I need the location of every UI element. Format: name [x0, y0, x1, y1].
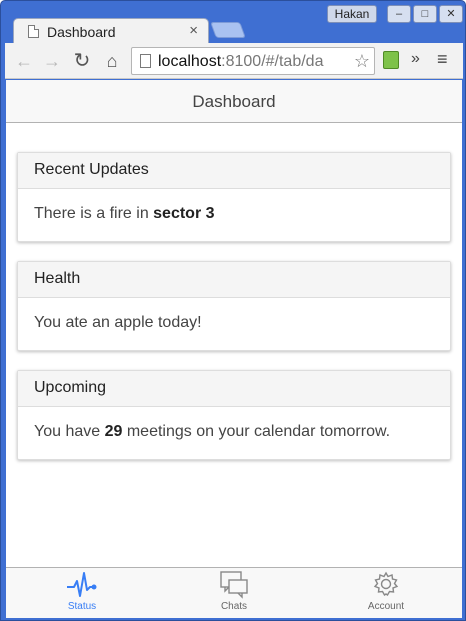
tab-chats[interactable]: Chats: [158, 568, 310, 618]
card-body: You ate an apple today!: [18, 298, 450, 350]
url-path: :8100/#/tab/da: [221, 53, 324, 70]
url-host: localhost: [158, 53, 222, 70]
close-window-button[interactable]: ✕: [439, 5, 463, 23]
card-text-bold: 29: [104, 423, 123, 440]
gear-icon: [373, 571, 399, 596]
page-icon: [140, 54, 151, 68]
url-text[interactable]: localhost:8100/#/tab/da: [158, 53, 348, 71]
page-viewport: Dashboard Recent Updates There is a fire…: [6, 80, 462, 618]
new-tab-button[interactable]: [210, 22, 246, 38]
card-text: You have: [34, 423, 105, 440]
tab-account[interactable]: Account: [310, 568, 462, 618]
tab-title: Dashboard: [47, 24, 116, 40]
pulse-icon: [67, 572, 97, 597]
tab-label: Account: [367, 601, 405, 612]
tab-status[interactable]: Status: [6, 568, 158, 618]
browser-tab[interactable]: Dashboard ×: [13, 18, 209, 44]
tab-label: Status: [67, 601, 97, 612]
title-bar: Dashboard × Hakan – □ ✕: [1, 1, 465, 44]
bottom-tab-bar: Status Chats Account: [6, 567, 462, 618]
browser-menu-icon[interactable]: ≡: [437, 49, 448, 70]
bookmark-star-icon[interactable]: ☆: [354, 51, 370, 72]
card-recent-updates: Recent Updates There is a fire in sector…: [17, 152, 451, 242]
forward-arrow-icon[interactable]: →: [41, 50, 63, 72]
card-text: There is a fire in: [34, 205, 154, 222]
reload-icon[interactable]: ↻: [71, 50, 93, 72]
card-text: You ate an apple today!: [34, 314, 202, 331]
card-health: Health You ate an apple today!: [17, 261, 451, 351]
card-text-bold: sector 3: [153, 205, 215, 222]
chat-bubbles-icon: [220, 571, 248, 599]
extensions-overflow-button[interactable]: »: [411, 50, 420, 68]
page-title: Dashboard: [192, 92, 276, 111]
card-title: Recent Updates: [18, 153, 450, 189]
minimize-button[interactable]: –: [387, 5, 411, 23]
card-body: You have 29 meetings on your calendar to…: [18, 407, 450, 459]
extension-icon[interactable]: [383, 51, 399, 69]
card-upcoming: Upcoming You have 29 meetings on your ca…: [17, 370, 451, 460]
tab-label: Chats: [220, 601, 248, 612]
close-tab-icon[interactable]: ×: [189, 22, 198, 39]
card-text-suffix: meetings on your calendar tomorrow.: [122, 423, 391, 440]
app-header-bar: Dashboard: [6, 80, 462, 123]
card-title: Upcoming: [18, 371, 450, 407]
card-title: Health: [18, 262, 450, 298]
card-body: There is a fire in sector 3: [18, 189, 450, 241]
browser-toolbar: ← → ↻ ⌂ localhost:8100/#/tab/da ☆ » ≡: [5, 43, 463, 79]
page-icon: [28, 25, 39, 38]
user-profile-badge[interactable]: Hakan: [327, 5, 377, 23]
home-icon[interactable]: ⌂: [101, 50, 123, 72]
browser-window: Dashboard × Hakan – □ ✕ ← → ↻ ⌂ localhos…: [0, 0, 466, 621]
maximize-button[interactable]: □: [413, 5, 437, 23]
address-bar[interactable]: localhost:8100/#/tab/da ☆: [131, 47, 375, 75]
back-arrow-icon[interactable]: ←: [13, 50, 35, 72]
